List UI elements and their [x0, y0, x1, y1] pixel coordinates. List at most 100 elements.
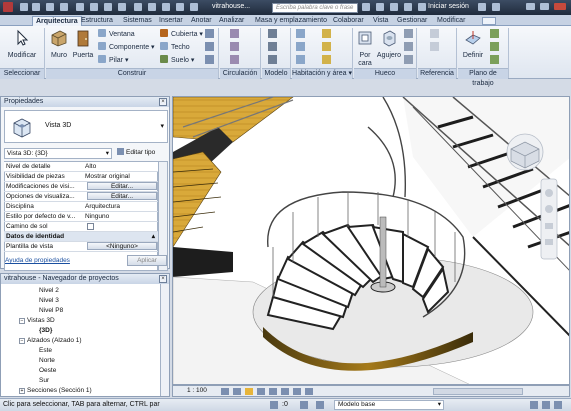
apply-button[interactable]: Aplicar [127, 255, 167, 266]
visual-style-icon[interactable] [233, 388, 241, 395]
por-cara-button[interactable]: Por cara [355, 29, 375, 68]
property-value[interactable]: Alto [85, 162, 158, 171]
tab-masa-emplazamiento[interactable]: Masa y emplazamiento [252, 16, 330, 26]
collapse-icon[interactable]: − [19, 338, 25, 344]
ramp-icon[interactable] [230, 42, 239, 51]
redo-icon[interactable] [60, 3, 68, 11]
tree-item[interactable]: Nivel 2 [39, 287, 59, 294]
property-value[interactable]: Arquitectura [85, 202, 158, 211]
suelo-button[interactable]: Suelo ▾ [160, 55, 194, 65]
section-icon[interactable] [162, 3, 170, 11]
definir-button[interactable]: Definir [460, 29, 486, 60]
railing-icon[interactable] [230, 29, 239, 38]
area-tag-icon[interactable] [322, 55, 331, 64]
tab-analizar[interactable]: Analizar [216, 16, 247, 26]
tree-folder[interactable]: + Secciones (Sección 1) [19, 387, 92, 394]
curtain-system-icon[interactable] [205, 29, 214, 38]
browser-scrollbar[interactable] [160, 284, 169, 396]
exchange-icon[interactable] [478, 3, 486, 11]
search-input[interactable]: Escriba palabra clave o frase [272, 3, 358, 13]
select-links-icon[interactable] [530, 401, 538, 409]
tab-gestionar[interactable]: Gestionar [394, 16, 430, 26]
viewer-icon[interactable] [490, 55, 499, 64]
tab-colaborar[interactable]: Colaborar [330, 16, 367, 26]
muro-button[interactable]: Muro [48, 29, 70, 60]
agujero-button[interactable]: Agujero [376, 29, 402, 60]
help-icon[interactable] [492, 3, 500, 11]
curtain-grid-icon[interactable] [205, 42, 214, 51]
instance-filter[interactable]: Vista 3D: {3D} ▾ [4, 148, 112, 159]
collapse-icon[interactable]: − [19, 318, 25, 324]
tree-item[interactable]: Nivel P8 [39, 307, 63, 314]
open-icon[interactable] [20, 3, 28, 11]
edit-visibility-button[interactable]: Editar... [87, 182, 157, 190]
save-icon[interactable] [32, 3, 40, 11]
property-row[interactable]: Opciones de visualiza... Editar... [4, 192, 158, 202]
tree-item[interactable]: Norte [39, 357, 55, 364]
close-hidden-icon[interactable] [190, 3, 198, 11]
vertical-opening-icon[interactable] [404, 42, 413, 51]
signin-link[interactable]: Iniciar sesión [428, 3, 469, 10]
editable-icon[interactable] [300, 401, 308, 409]
model-line-icon[interactable] [268, 42, 277, 51]
tag-icon[interactable] [118, 3, 126, 11]
panel-construir[interactable]: Construir [46, 68, 218, 79]
search-icon[interactable] [362, 3, 370, 11]
show-workplane-icon[interactable] [490, 29, 499, 38]
select-pinned-icon[interactable] [542, 401, 550, 409]
sun-path-checkbox[interactable] [87, 223, 94, 230]
tab-anotar[interactable]: Anotar [188, 16, 215, 26]
tab-vista[interactable]: Vista [370, 16, 391, 26]
panel-seleccionar[interactable]: Seleccionar [0, 68, 44, 79]
cubierta-button[interactable]: Cubierta ▾ [160, 29, 203, 39]
area-icon[interactable] [322, 29, 331, 38]
ribbon-toggle-icon[interactable] [482, 17, 496, 25]
panel-plano-trabajo[interactable]: Plano de trabajo [458, 68, 508, 87]
crop-icon[interactable] [269, 388, 277, 395]
view-template-button[interactable]: <Ninguno> [87, 242, 157, 250]
puerta-button[interactable]: Puerta [72, 29, 94, 60]
area-boundary-icon[interactable] [322, 42, 331, 51]
tree-folder[interactable]: − Alzados (Alzado 1) [19, 337, 82, 344]
ventana-button[interactable]: Ventana [98, 29, 135, 39]
componente-button[interactable]: Componente ▾ [98, 42, 155, 52]
edit-display-button[interactable]: Editar... [87, 192, 157, 200]
maximize-icon[interactable] [540, 3, 549, 10]
user-icon[interactable] [418, 3, 426, 11]
property-row[interactable]: Estilo por defecto de v... Ninguno [4, 212, 158, 222]
property-row[interactable]: Nivel de detalle Alto [4, 162, 158, 172]
tree-item[interactable]: Sur [39, 377, 49, 384]
close-icon[interactable]: × [159, 275, 167, 283]
tree-item[interactable]: Este [39, 347, 52, 354]
wall-opening-icon[interactable] [404, 29, 413, 38]
level-icon[interactable] [430, 29, 439, 38]
tab-sistemas[interactable]: Sistemas [120, 16, 155, 26]
modificar-button[interactable]: Modificar [4, 29, 40, 60]
panel-modelo[interactable]: Modelo [262, 68, 290, 79]
panel-referencia[interactable]: Referencia [418, 68, 456, 79]
close-icon[interactable] [554, 3, 566, 10]
view-scale[interactable]: 1 : 100 [187, 386, 207, 396]
measure-icon[interactable] [90, 3, 98, 11]
tree-folder[interactable]: − Vistas 3D [19, 317, 55, 324]
room-icon[interactable] [296, 29, 305, 38]
tree-item[interactable]: Oeste [39, 367, 56, 374]
detail-level-icon[interactable] [221, 388, 229, 395]
property-value[interactable]: Ninguno [85, 212, 158, 221]
mullion-icon[interactable] [205, 55, 214, 64]
print-icon[interactable] [76, 3, 84, 11]
sun-path-icon[interactable] [245, 388, 253, 395]
undo-icon[interactable] [46, 3, 54, 11]
panel-circulacion[interactable]: Circulación [220, 68, 260, 79]
model-select[interactable]: Modelo base ▾ [334, 400, 444, 410]
edit-type-button[interactable]: Editar tipo [117, 148, 155, 158]
lock-view-icon[interactable] [281, 388, 289, 395]
workset-icon[interactable] [270, 401, 278, 409]
hide-isolate-icon[interactable] [293, 388, 301, 395]
property-row[interactable]: Visibilidad de piezas Mostrar original [4, 172, 158, 182]
expand-icon[interactable]: + [19, 388, 25, 394]
tab-modificar[interactable]: Modificar [434, 16, 468, 26]
tree-item-active[interactable]: {3D} [39, 327, 52, 334]
tab-insertar[interactable]: Insertar [156, 16, 186, 26]
property-row[interactable]: Camino de sol [4, 222, 158, 232]
